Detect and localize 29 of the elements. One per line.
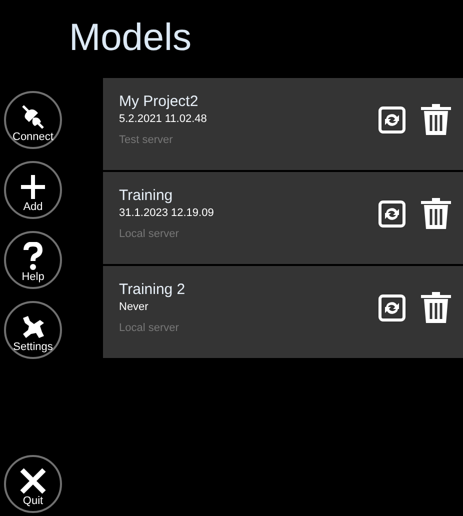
sync-button[interactable] bbox=[377, 293, 407, 323]
delete-button[interactable] bbox=[421, 198, 451, 230]
model-date: 5.2.2021 11.02.48 bbox=[119, 112, 207, 127]
plug-icon bbox=[21, 104, 45, 130]
model-card[interactable]: Training 31.1.2023 12.19.09 Local server bbox=[103, 172, 463, 264]
delete-button[interactable] bbox=[421, 104, 451, 136]
question-mark-icon bbox=[22, 242, 44, 270]
delete-button[interactable] bbox=[421, 292, 451, 324]
model-card[interactable]: My Project2 5.2.2021 11.02.48 Test server bbox=[103, 78, 463, 170]
connect-button[interactable]: Connect bbox=[4, 91, 62, 149]
server-name: Local server bbox=[119, 227, 179, 242]
plus-icon bbox=[20, 174, 46, 200]
model-name: Training 2 bbox=[119, 280, 186, 300]
quit-button[interactable]: Quit bbox=[4, 455, 62, 513]
help-button[interactable]: Help bbox=[4, 231, 62, 289]
server-name: Test server bbox=[119, 133, 173, 148]
model-card[interactable]: Training 2 Never Local server bbox=[103, 266, 463, 358]
settings-button[interactable]: Settings bbox=[4, 301, 62, 359]
sync-button[interactable] bbox=[377, 105, 407, 135]
model-name: My Project2 bbox=[119, 92, 198, 112]
model-name: Training bbox=[119, 186, 173, 206]
page-title: Models bbox=[69, 16, 192, 60]
add-button[interactable]: Add bbox=[4, 161, 62, 219]
sync-button[interactable] bbox=[377, 199, 407, 229]
server-name: Local server bbox=[119, 321, 179, 336]
tool-icon bbox=[20, 314, 46, 340]
close-icon bbox=[20, 468, 46, 494]
model-date: 31.1.2023 12.19.09 bbox=[119, 206, 214, 221]
model-date: Never bbox=[119, 300, 148, 315]
